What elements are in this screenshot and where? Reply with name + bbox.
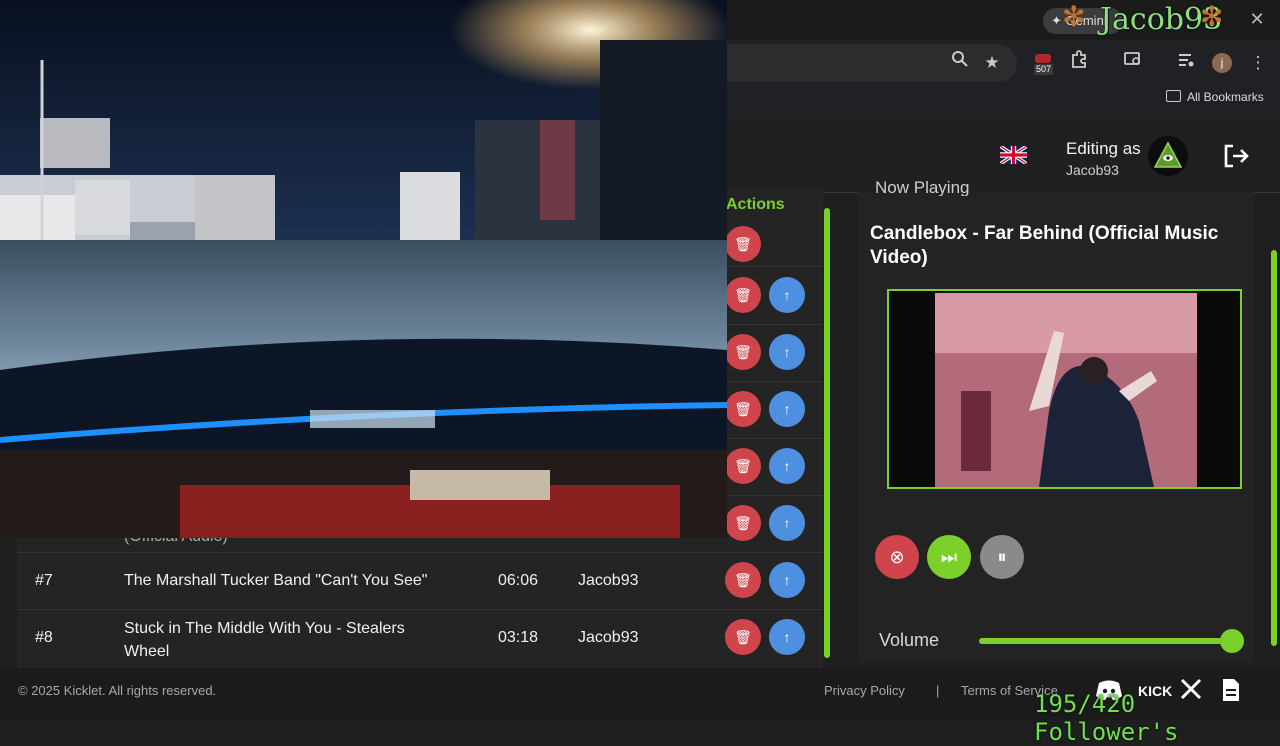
row-divider bbox=[17, 552, 823, 553]
volume-label: Volume bbox=[879, 630, 940, 650]
row-number: #8 bbox=[35, 629, 53, 646]
bookmark-star-icon[interactable]: ★ bbox=[979, 50, 1005, 76]
arrow-up-icon: ↑ bbox=[783, 629, 791, 645]
skip-next-icon: ⏭ bbox=[940, 547, 958, 567]
delete-button[interactable]: 🗑 bbox=[725, 505, 761, 541]
move-up-button[interactable]: ↑ bbox=[769, 391, 805, 427]
privacy-policy-link[interactable]: Privacy Policy bbox=[824, 683, 905, 698]
window-close-icon[interactable]: ✕ bbox=[1246, 8, 1268, 30]
cast-search-icon[interactable] bbox=[1120, 50, 1146, 76]
extensions-puzzle-icon[interactable] bbox=[1066, 50, 1092, 76]
now-playing-title: Candlebox - Far Behind (Official Music V… bbox=[870, 223, 1219, 268]
trash-icon: 🗑 bbox=[734, 287, 752, 303]
user-avatar[interactable] bbox=[1148, 136, 1188, 176]
stop-button[interactable]: ⊗ bbox=[875, 535, 919, 579]
move-up-button[interactable]: ↑ bbox=[769, 277, 805, 313]
row-requester: Jacob93 bbox=[578, 629, 639, 646]
extension-badge: 507 bbox=[1034, 64, 1054, 75]
address-bar[interactable] bbox=[727, 44, 1017, 82]
pause-icon: ⏸ bbox=[997, 547, 1007, 567]
move-up-button[interactable]: ↑ bbox=[769, 505, 805, 541]
arrow-up-icon: ↑ bbox=[783, 515, 791, 531]
logout-icon[interactable] bbox=[1222, 142, 1250, 170]
delete-button[interactable]: 🗑 bbox=[725, 562, 761, 598]
arrow-up-icon: ↑ bbox=[783, 572, 791, 588]
menu-kebab-icon[interactable]: ⋮ bbox=[1245, 50, 1271, 76]
queue-scrollbar[interactable] bbox=[824, 208, 830, 658]
delete-button[interactable]: 🗑 bbox=[725, 448, 761, 484]
delete-button[interactable]: 🗑 bbox=[725, 334, 761, 370]
trash-icon: 🗑 bbox=[734, 458, 752, 474]
row-duration: 03:18 bbox=[498, 629, 539, 646]
follower-goal-overlay: 195/420 Follower's bbox=[1034, 690, 1179, 746]
trash-icon: 🗑 bbox=[734, 629, 752, 645]
delete-button[interactable]: 🗑 bbox=[725, 391, 761, 427]
close-circle-icon: ⊗ bbox=[889, 547, 905, 567]
volume-slider-handle[interactable] bbox=[1220, 629, 1244, 653]
row-number: #7 bbox=[35, 572, 53, 589]
row-requester: Jacob93 bbox=[578, 572, 639, 589]
arrow-up-icon: ↑ bbox=[783, 401, 791, 417]
arrow-up-icon: ↑ bbox=[783, 344, 791, 360]
editing-username: Jacob93 bbox=[1066, 162, 1119, 178]
move-up-button[interactable]: ↑ bbox=[769, 562, 805, 598]
skip-button[interactable]: ⏭ bbox=[927, 535, 971, 579]
pause-button[interactable]: ⏸ bbox=[980, 535, 1024, 579]
zoom-icon[interactable] bbox=[947, 50, 973, 76]
all-bookmarks-button[interactable]: All Bookmarks bbox=[1166, 90, 1264, 104]
trash-icon: 🗑 bbox=[734, 344, 752, 360]
trash-icon: 🗑 bbox=[734, 515, 752, 531]
leaf-icon: ✻ bbox=[1200, 1, 1224, 32]
volume-slider[interactable] bbox=[979, 638, 1233, 644]
delete-button[interactable]: 🗑 bbox=[725, 277, 761, 313]
trash-icon: 🗑 bbox=[734, 401, 752, 417]
editing-as-label: Editing as bbox=[1066, 139, 1141, 158]
arrow-up-icon: ↑ bbox=[783, 458, 791, 474]
now-playing-scrollbar[interactable] bbox=[1271, 250, 1277, 646]
media-queue-icon[interactable] bbox=[1173, 50, 1199, 76]
footer-separator: | bbox=[936, 683, 940, 698]
arrow-up-icon: ↑ bbox=[783, 287, 791, 303]
row-divider bbox=[17, 609, 823, 610]
row-duration: 06:06 bbox=[498, 572, 539, 589]
trash-icon: 🗑 bbox=[734, 236, 752, 252]
folder-icon bbox=[1166, 90, 1181, 102]
row-title: The Marshall Tucker Band "Can't You See" bbox=[124, 572, 428, 589]
uk-flag-icon[interactable] bbox=[999, 144, 1028, 166]
now-playing-video[interactable] bbox=[887, 289, 1242, 489]
delete-button[interactable]: 🗑 bbox=[725, 226, 761, 262]
row-title: Stuck in The Middle With You - Stealers … bbox=[124, 620, 405, 660]
delete-button[interactable]: 🗑 bbox=[725, 619, 761, 655]
leaf-icon: ✻ bbox=[1062, 1, 1086, 32]
move-up-button[interactable]: ↑ bbox=[769, 619, 805, 655]
move-up-button[interactable]: ↑ bbox=[769, 448, 805, 484]
actions-column-header: Actions bbox=[726, 196, 785, 213]
copyright-text: © 2025 Kicklet. All rights reserved. bbox=[18, 683, 217, 698]
move-up-button[interactable]: ↑ bbox=[769, 334, 805, 370]
webcam-overlay bbox=[0, 0, 727, 538]
profile-avatar[interactable]: j bbox=[1212, 53, 1232, 73]
all-bookmarks-label: All Bookmarks bbox=[1187, 90, 1264, 104]
now-playing-heading: Now Playing bbox=[875, 178, 970, 196]
trash-icon: 🗑 bbox=[734, 572, 752, 588]
